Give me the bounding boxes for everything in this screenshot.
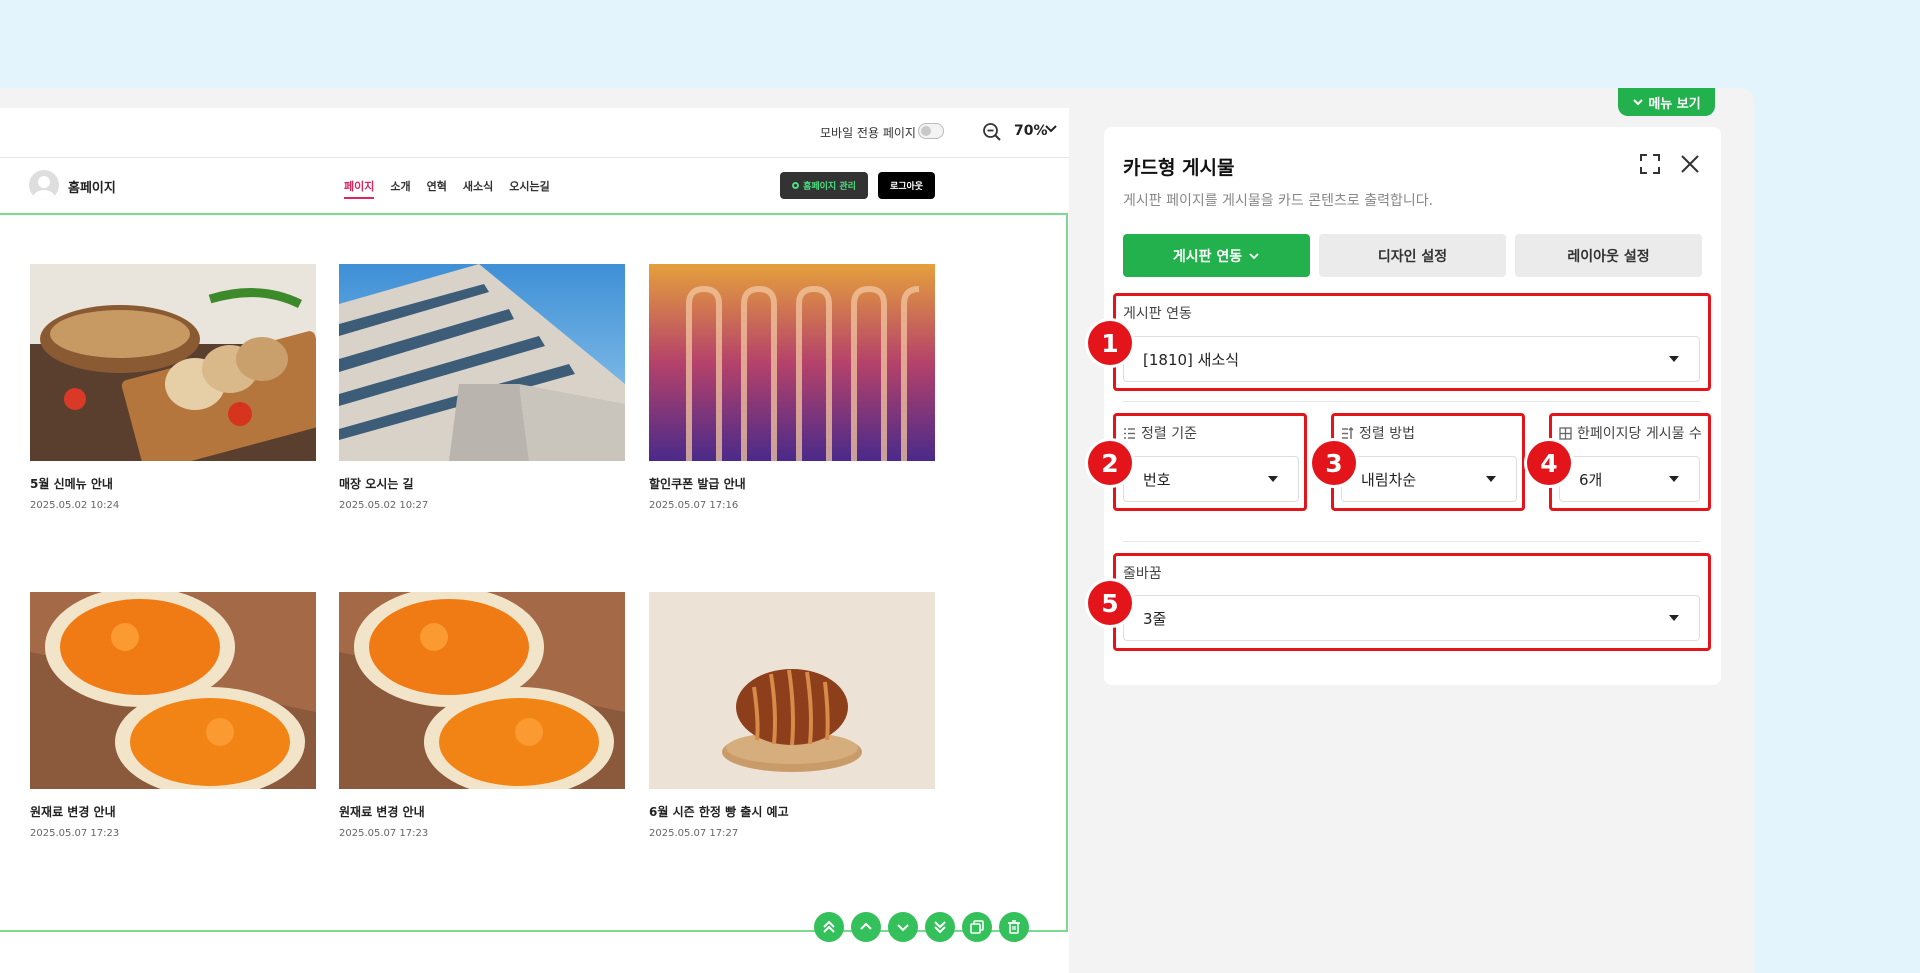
nav-item-page[interactable]: 페이지 — [344, 178, 375, 199]
highlight-box — [1113, 293, 1711, 391]
step-badge: 1 — [1088, 321, 1132, 365]
divider — [1123, 401, 1700, 402]
card-title: 6월 시즌 한정 빵 출시 예고 — [649, 805, 789, 819]
card-title: 매장 오시는 길 — [339, 477, 414, 491]
jam-toast-image — [30, 592, 316, 789]
mobile-only-toggle[interactable] — [918, 123, 944, 139]
nav-item-history[interactable]: 연혁 — [427, 178, 447, 199]
card-title: 원재료 변경 안내 — [339, 805, 425, 819]
card-date: 2025.05.07 17:23 — [339, 828, 429, 839]
tab-design-settings[interactable]: 디자인 설정 — [1319, 234, 1506, 277]
highlight-box — [1549, 413, 1711, 511]
page-preview: 모바일 전용 페이지 70% 홈페이지 페이지 소개 연혁 새소식 오시는길 홈… — [0, 108, 1069, 973]
site-title[interactable]: 홈페이지 — [68, 177, 116, 196]
card-date: 2025.05.02 10:24 — [30, 500, 120, 511]
highlight-box — [1113, 413, 1307, 511]
tab-board-link[interactable]: 게시판 연동 — [1123, 234, 1310, 277]
step-badge: 3 — [1312, 441, 1356, 485]
highlight-box — [1113, 553, 1711, 651]
card-item[interactable]: 원재료 변경 안내 2025.05.07 17:23 — [339, 592, 625, 839]
divider — [1123, 541, 1700, 542]
duplicate-button[interactable] — [962, 912, 992, 942]
bread-board-image — [30, 264, 316, 461]
nav-item-about[interactable]: 소개 — [390, 178, 410, 199]
chevron-down-icon[interactable] — [1044, 122, 1058, 136]
move-up-button[interactable] — [851, 912, 881, 942]
card-item[interactable]: 6월 시즌 한정 빵 출시 예고 2025.05.07 17:27 — [649, 592, 935, 839]
site-nav: 페이지 소개 연혁 새소식 오시는길 — [344, 178, 550, 199]
highlight-box — [1331, 413, 1525, 511]
nav-item-news[interactable]: 새소식 — [463, 178, 493, 199]
chevron-down-icon — [1633, 99, 1644, 106]
zoom-level[interactable]: 70% — [1014, 123, 1048, 139]
mobile-only-label: 모바일 전용 페이지 — [820, 126, 916, 140]
move-down-button[interactable] — [888, 912, 918, 942]
card-item[interactable]: 매장 오시는 길 2025.05.02 10:27 — [339, 264, 625, 511]
delete-button[interactable] — [999, 912, 1029, 942]
card-date: 2025.05.07 17:23 — [30, 828, 120, 839]
gear-icon — [792, 182, 800, 189]
show-menu-button[interactable]: 메뉴 보기 — [1618, 88, 1715, 116]
card-item[interactable]: 할인쿠폰 발급 안내 2025.05.07 17:16 — [649, 264, 935, 511]
card-title: 5월 신메뉴 안내 — [30, 477, 113, 491]
panel-title: 카드형 게시물 — [1123, 157, 1235, 179]
neon-tubes-image — [649, 264, 935, 461]
show-menu-label: 메뉴 보기 — [1648, 96, 1701, 112]
move-to-top-button[interactable] — [814, 912, 844, 942]
tab-board-link-label: 게시판 연동 — [1172, 248, 1243, 265]
manage-homepage-label: 홈페이지 관리 — [803, 182, 856, 192]
card-date: 2025.05.07 17:27 — [649, 828, 739, 839]
section-action-bar — [814, 912, 1029, 942]
logout-button[interactable]: 로그아웃 — [878, 172, 935, 199]
card-title: 원재료 변경 안내 — [30, 805, 116, 819]
preview-toolbar: 모바일 전용 페이지 70% — [0, 108, 1069, 158]
move-to-bottom-button[interactable] — [925, 912, 955, 942]
chevron-down-icon — [897, 924, 909, 932]
step-badge: 2 — [1088, 441, 1132, 485]
step-badge: 4 — [1527, 441, 1571, 485]
double-chevron-down-icon — [934, 921, 946, 934]
step-badge: 5 — [1088, 581, 1132, 625]
chevron-up-icon — [860, 922, 872, 930]
panel-description: 게시판 페이지를 게시물을 카드 콘텐츠로 출력합니다. — [1123, 193, 1434, 209]
copy-icon — [970, 920, 984, 934]
expand-icon[interactable] — [1639, 153, 1661, 175]
croissant-image — [649, 592, 935, 789]
trash-icon — [1008, 920, 1020, 934]
card-item[interactable]: 원재료 변경 안내 2025.05.07 17:23 — [30, 592, 316, 839]
nav-item-directions[interactable]: 오시는길 — [509, 178, 549, 199]
manage-homepage-button[interactable]: 홈페이지 관리 — [780, 172, 868, 199]
building-image — [339, 264, 625, 461]
chevron-down-icon — [1249, 252, 1259, 259]
card-date: 2025.05.02 10:27 — [339, 500, 429, 511]
jam-toast-image — [339, 592, 625, 789]
double-chevron-up-icon — [823, 920, 835, 933]
card-item[interactable]: 5월 신메뉴 안내 2025.05.02 10:24 — [30, 264, 316, 511]
tab-layout-settings[interactable]: 레이아웃 설정 — [1515, 234, 1702, 277]
avatar — [29, 170, 59, 200]
zoom-out-icon[interactable] — [982, 122, 1002, 142]
close-icon[interactable] — [1679, 153, 1701, 175]
card-title: 할인쿠폰 발급 안내 — [649, 477, 746, 491]
site-header: 홈페이지 페이지 소개 연혁 새소식 오시는길 홈페이지 관리 로그아웃 — [0, 160, 1069, 212]
card-date: 2025.05.07 17:16 — [649, 500, 739, 511]
